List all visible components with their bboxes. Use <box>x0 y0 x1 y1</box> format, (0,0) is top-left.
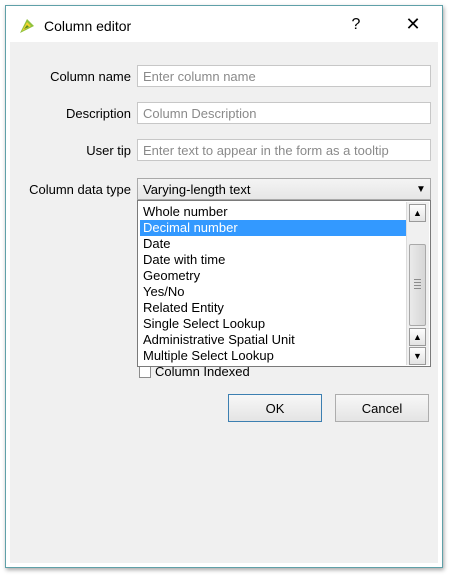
cancel-button[interactable]: Cancel <box>335 394 429 422</box>
dropdown-option-date-with-time[interactable]: Date with time <box>140 252 409 268</box>
dropdown-option-administrative-spatial-unit[interactable]: Administrative Spatial Unit <box>140 332 409 348</box>
dropdown-option-single-select-lookup[interactable]: Single Select Lookup <box>140 316 409 332</box>
dropdown-scrollbar[interactable]: ▲ ▲ ▼ <box>406 202 429 365</box>
title-bar: Column editor ? ✕ <box>10 10 438 42</box>
scroll-up-button[interactable]: ▲ <box>409 204 426 222</box>
ok-button[interactable]: OK <box>228 394 322 422</box>
data-type-selected-value: Varying-length text <box>143 182 251 197</box>
user-tip-input[interactable] <box>137 139 431 161</box>
dropdown-option-geometry[interactable]: Geometry <box>140 268 409 284</box>
scroll-thumb[interactable] <box>409 244 426 326</box>
data-type-combobox[interactable]: Varying-length text ▼ <box>137 178 431 200</box>
dialog-frame: Column editor ? ✕ Column name Descriptio… <box>5 5 443 568</box>
column-indexed-checkbox[interactable] <box>139 366 151 378</box>
close-button[interactable]: ✕ <box>402 14 424 36</box>
scroll-down-button[interactable]: ▼ <box>409 347 426 365</box>
dropdown-option-multiple-select-lookup[interactable]: Multiple Select Lookup <box>140 348 409 364</box>
description-input[interactable] <box>137 102 431 124</box>
user-tip-label: User tip <box>86 143 131 158</box>
dropdown-option-yes-no[interactable]: Yes/No <box>140 284 409 300</box>
data-type-label: Column data type <box>29 182 131 197</box>
grip-icon <box>414 279 421 291</box>
column-name-label: Column name <box>50 69 131 84</box>
dropdown-option-whole-number[interactable]: Whole number <box>140 204 409 220</box>
scroll-up-button-lower[interactable]: ▲ <box>409 328 426 346</box>
data-type-dropdown-list: Whole number Decimal number Date Date wi… <box>137 200 431 367</box>
dropdown-option-date[interactable]: Date <box>140 236 409 252</box>
column-name-input[interactable] <box>137 65 431 87</box>
chevron-down-icon[interactable]: ▼ <box>412 179 430 199</box>
window-title: Column editor <box>44 18 132 34</box>
column-editor-dialog: Column editor ? ✕ Column name Descriptio… <box>10 10 438 563</box>
help-button[interactable]: ? <box>346 16 366 34</box>
qgis-icon <box>20 19 34 33</box>
dropdown-option-related-entity[interactable]: Related Entity <box>140 300 409 316</box>
dropdown-option-decimal-number[interactable]: Decimal number <box>140 220 409 236</box>
description-label: Description <box>65 106 131 121</box>
